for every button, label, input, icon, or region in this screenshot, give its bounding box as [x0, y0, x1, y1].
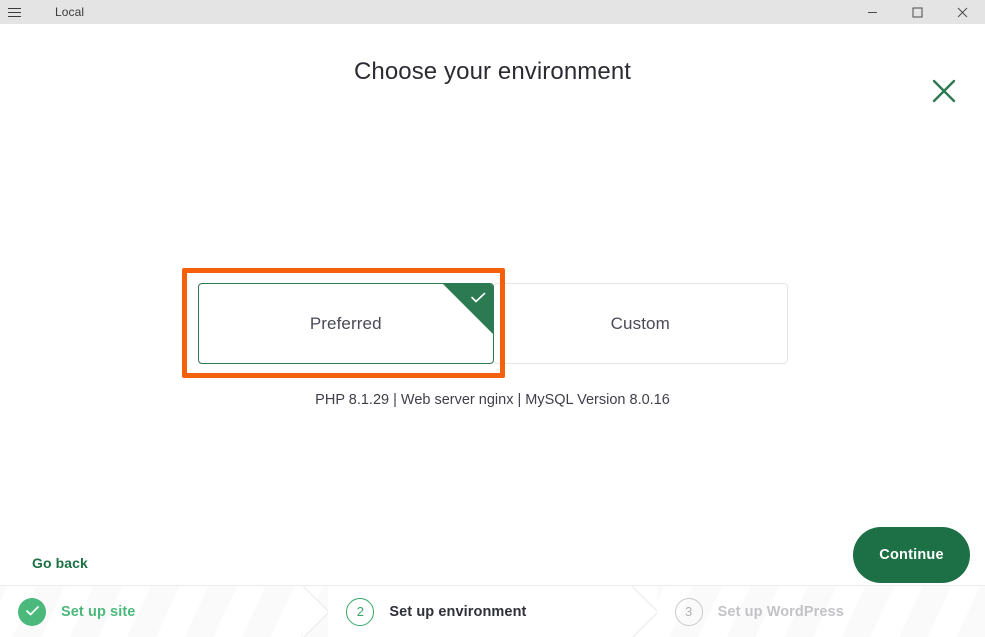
close-icon[interactable]	[940, 0, 985, 24]
setup-stepper: Set up site 2 Set up environment 3 Set u…	[0, 585, 985, 637]
step-label: Set up WordPress	[717, 603, 844, 620]
maximize-icon[interactable]	[895, 0, 940, 24]
window-controls	[850, 0, 985, 24]
go-back-button[interactable]: Go back	[32, 555, 88, 571]
step-status-check-icon	[18, 597, 46, 626]
main-content: Choose your environment Preferred Custom	[0, 24, 985, 585]
check-icon	[442, 284, 493, 334]
hamburger-icon[interactable]	[0, 0, 28, 24]
environment-option-label: Preferred	[309, 313, 382, 333]
minimize-icon[interactable]	[850, 0, 895, 24]
page-title: Choose your environment	[353, 58, 632, 85]
environment-options: Preferred Custom	[198, 283, 789, 364]
window-title: Local	[55, 5, 85, 19]
step-label: Set up site	[61, 603, 136, 620]
local-app-window: Local Choose your environment Preferred …	[0, 0, 985, 637]
stepper-step-set-up-environment[interactable]: 2 Set up environment	[328, 586, 657, 637]
step-divider-chevron-icon	[631, 586, 657, 637]
environment-option-custom[interactable]: Custom	[492, 283, 788, 364]
window-titlebar: Local	[0, 0, 985, 24]
step-number-badge: 2	[346, 597, 375, 626]
stepper-step-set-up-wordpress[interactable]: 3 Set up WordPress	[656, 586, 985, 637]
step-label: Set up environment	[389, 603, 527, 620]
environment-option-preferred[interactable]: Preferred	[198, 283, 494, 364]
close-x-icon[interactable]	[924, 72, 964, 110]
continue-button[interactable]: Continue	[853, 527, 970, 583]
step-number-badge: 3	[674, 597, 703, 626]
stepper-step-set-up-site[interactable]: Set up site	[0, 586, 329, 637]
step-divider-chevron-icon	[303, 586, 329, 637]
environment-option-label: Custom	[610, 313, 670, 333]
environment-details: PHP 8.1.29 | Web server nginx | MySQL Ve…	[315, 392, 670, 408]
